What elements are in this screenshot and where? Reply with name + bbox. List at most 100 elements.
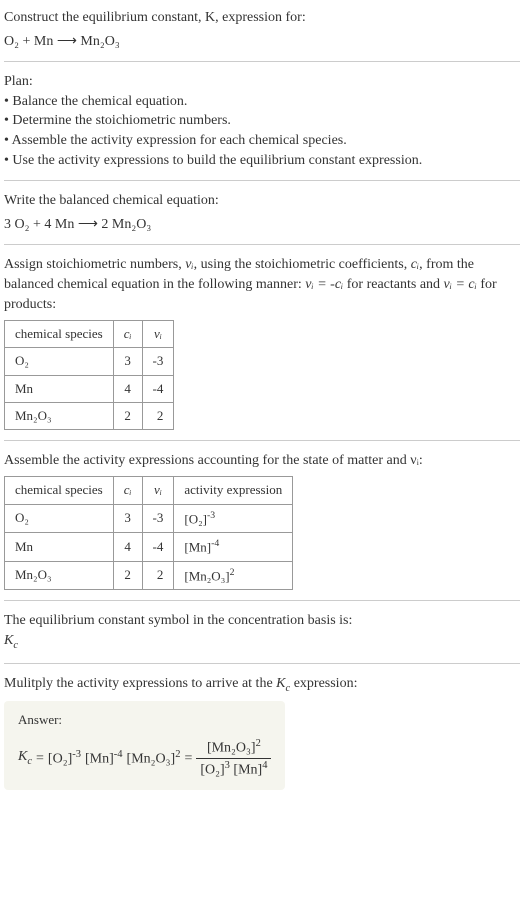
stoich-text: for reactants and <box>343 277 443 292</box>
td-nui: 2 <box>142 561 174 590</box>
fraction: [Mn₂O₃]2 [O₂]3 [Mn]4 <box>196 737 271 781</box>
answer-equation: Kc = [O₂]-3 [Mn]-4 [Mn₂O₃]2 = [Mn₂O₃]2 [… <box>18 737 271 781</box>
th-ci: cᵢ <box>113 477 142 504</box>
td-species: Mn <box>5 375 114 402</box>
td-species: Mn₂O₃ <box>5 561 114 590</box>
nu-i: νᵢ <box>185 257 193 272</box>
td-ci: 3 <box>113 348 142 375</box>
th-nui: νᵢ <box>142 321 174 348</box>
term2: [Mn]-4 <box>85 748 123 769</box>
divider <box>4 244 520 245</box>
balanced-section: Write the balanced chemical equation: 3 … <box>4 191 520 234</box>
td-ci: 2 <box>113 402 142 429</box>
table-header-row: chemical species cᵢ νᵢ activity expressi… <box>5 477 293 504</box>
table-row: O₂ 3 -3 [O₂]-3 <box>5 504 293 533</box>
kc-lhs: Kc <box>18 747 32 769</box>
term-exp: 2 <box>175 749 180 760</box>
th-ci: cᵢ <box>113 321 142 348</box>
td-species: Mn₂O₃ <box>5 402 114 429</box>
td-activity: [Mn]-4 <box>174 533 293 562</box>
stoich-text: , using the stoichiometric coefficients, <box>194 257 411 272</box>
header-text-pre: Construct the equilibrium constant, K, e… <box>4 10 306 25</box>
denominator: [O₂]3 [Mn]4 <box>196 759 271 780</box>
table-row: Mn 4 -4 <box>5 375 174 402</box>
plan-item: • Balance the chemical equation. <box>4 92 520 112</box>
term1: [O₂]-3 <box>48 748 81 769</box>
kc-symbol-section: The equilibrium constant symbol in the c… <box>4 611 520 653</box>
td-nui: -4 <box>142 375 174 402</box>
term-base: [O₂] <box>48 752 72 767</box>
header-section: Construct the equilibrium constant, K, e… <box>4 8 520 51</box>
activity-title: Assemble the activity expressions accoun… <box>4 451 520 471</box>
kc-symbol-title: The equilibrium constant symbol in the c… <box>4 611 520 631</box>
kc-sub: c <box>27 756 32 767</box>
equals: = <box>36 749 44 769</box>
rel-reactants: νᵢ = -cᵢ <box>305 277 343 292</box>
divider <box>4 61 520 62</box>
kc-symbol: Kc <box>4 631 520 653</box>
td-species: O₂ <box>5 504 114 533</box>
equals: = <box>184 749 192 769</box>
table-row: Mn₂O₃ 2 2 <box>5 402 174 429</box>
divider <box>4 663 520 664</box>
activity-base: [Mn] <box>184 540 211 555</box>
header-line1: Construct the equilibrium constant, K, e… <box>4 8 520 28</box>
table-row: Mn 4 -4 [Mn]-4 <box>5 533 293 562</box>
activity-exp: -3 <box>207 510 215 521</box>
stoich-section: Assign stoichiometric numbers, νᵢ, using… <box>4 255 520 430</box>
den-base: [Mn] <box>233 763 262 778</box>
num-exp: 2 <box>256 738 261 749</box>
balanced-title: Write the balanced chemical equation: <box>4 191 520 211</box>
num-base: [Mn₂O₃] <box>207 741 256 756</box>
stoich-text: Assign stoichiometric numbers, <box>4 257 185 272</box>
plan-item: • Assemble the activity expression for e… <box>4 131 520 151</box>
den-exp: 3 <box>225 760 230 771</box>
table-row: Mn₂O₃ 2 2 [Mn₂O₃]2 <box>5 561 293 590</box>
td-nui: -3 <box>142 348 174 375</box>
rel-products: νᵢ = cᵢ <box>444 277 477 292</box>
activity-section: Assemble the activity expressions accoun… <box>4 451 520 590</box>
answer-box: Answer: Kc = [O₂]-3 [Mn]-4 [Mn₂O₃]2 = [M… <box>4 701 285 791</box>
kc-k: K <box>18 749 27 764</box>
divider <box>4 600 520 601</box>
c-i: cᵢ <box>411 257 419 272</box>
table-header-row: chemical species cᵢ νᵢ <box>5 321 174 348</box>
th-activity: activity expression <box>174 477 293 504</box>
activity-exp: 2 <box>230 567 235 578</box>
stoich-intro: Assign stoichiometric numbers, νᵢ, using… <box>4 255 520 314</box>
den-base: [O₂] <box>200 763 224 778</box>
td-activity: [O₂]-3 <box>174 504 293 533</box>
td-ci: 2 <box>113 561 142 590</box>
td-ci: 4 <box>113 375 142 402</box>
divider <box>4 440 520 441</box>
header-equation: O₂ + Mn ⟶ Mn₂O₃ <box>4 32 520 52</box>
plan-title: Plan: <box>4 72 520 92</box>
td-ci: 3 <box>113 504 142 533</box>
den-exp: 4 <box>262 760 267 771</box>
activity-base: [Mn₂O₃] <box>184 568 229 583</box>
multiply-section: Mulitply the activity expressions to arr… <box>4 674 520 790</box>
term-exp: -3 <box>72 749 81 760</box>
td-species: O₂ <box>5 348 114 375</box>
term3: [Mn₂O₃]2 <box>127 748 181 769</box>
td-nui: 2 <box>142 402 174 429</box>
multiply-title: Mulitply the activity expressions to arr… <box>4 674 520 696</box>
stoich-table: chemical species cᵢ νᵢ O₂ 3 -3 Mn 4 -4 M… <box>4 320 174 430</box>
plan-item: • Use the activity expressions to build … <box>4 151 520 171</box>
plan-item: • Determine the stoichiometric numbers. <box>4 111 520 131</box>
td-nui: -3 <box>142 504 174 533</box>
activity-base: [O₂] <box>184 511 207 526</box>
activity-table: chemical species cᵢ νᵢ activity expressi… <box>4 476 293 590</box>
divider <box>4 180 520 181</box>
activity-exp: -4 <box>211 538 219 549</box>
kc-sub: c <box>13 640 18 651</box>
td-nui: -4 <box>142 533 174 562</box>
kc-k: K <box>4 633 13 648</box>
th-species: chemical species <box>5 477 114 504</box>
table-row: O₂ 3 -3 <box>5 348 174 375</box>
td-activity: [Mn₂O₃]2 <box>174 561 293 590</box>
term-base: [Mn₂O₃] <box>127 752 176 767</box>
td-species: Mn <box>5 533 114 562</box>
th-species: chemical species <box>5 321 114 348</box>
plan-section: Plan: • Balance the chemical equation. •… <box>4 72 520 170</box>
